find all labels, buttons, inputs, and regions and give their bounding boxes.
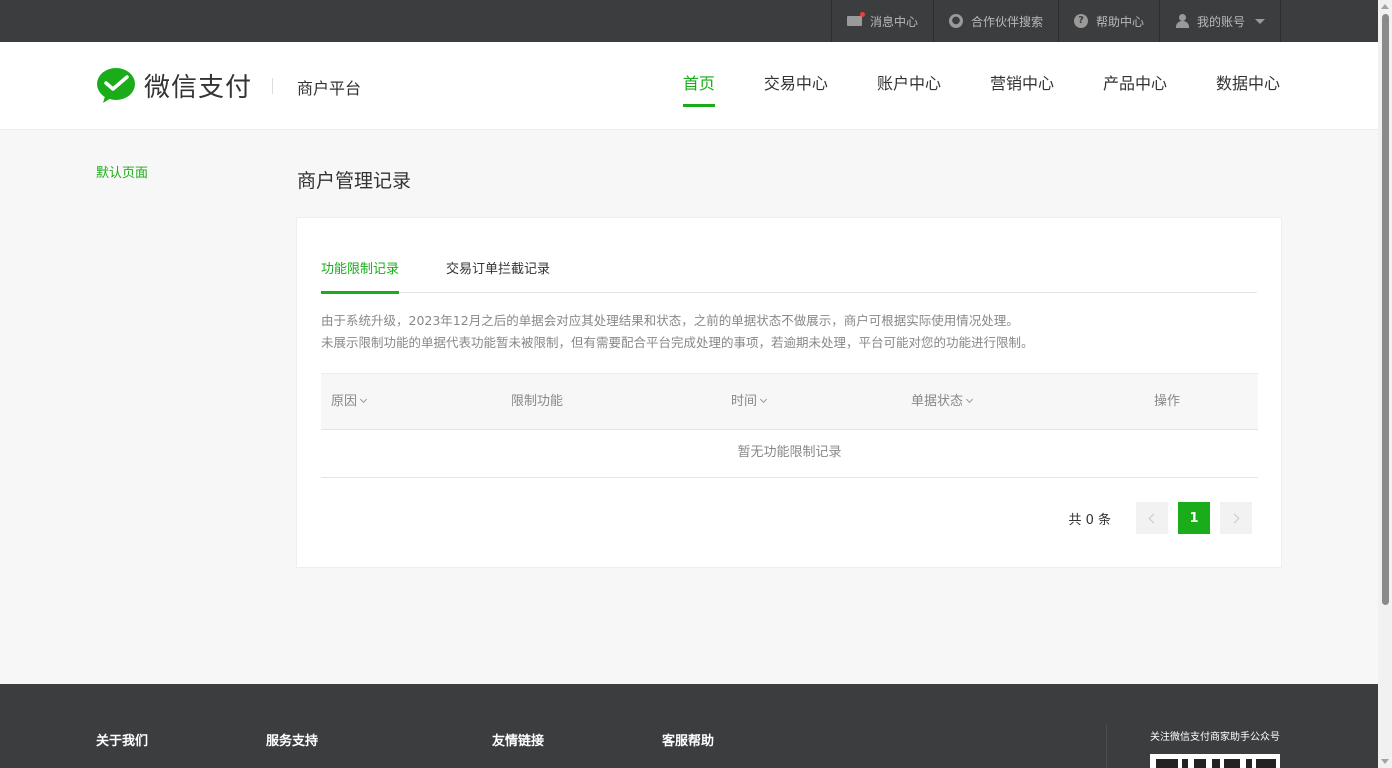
footer-service-support: 服务支持 (266, 734, 319, 749)
notice-text: 由于系统升级，2023年12月之后的单据会对应其处理结果和状态，之前的单据状态不… (321, 310, 1034, 354)
chevron-right-icon (1229, 513, 1240, 523)
wechat-pay-logo-icon (97, 67, 135, 103)
chevron-down-icon (1255, 18, 1265, 24)
top-bar: 消息中心 ● 合作伙伴搜索 ? 帮助中心 我的账号 (0, 0, 1378, 42)
column-actions: 操作 (1154, 394, 1181, 409)
qr-code-title: 关注微信支付商家助手公众号 (1150, 732, 1280, 743)
chevron-left-icon (1148, 513, 1159, 523)
nav-trade-center[interactable]: 交易中心 (764, 42, 828, 130)
partner-search-link[interactable]: ● 合作伙伴搜索 (932, 0, 1058, 42)
chevron-down-icon (359, 395, 368, 404)
page-scrollbar[interactable] (1378, 0, 1392, 768)
search-icon: ● (948, 14, 963, 28)
unread-dot (859, 12, 865, 17)
platform-name: 商户平台 (297, 79, 362, 98)
nav-home[interactable]: 首页 (682, 42, 715, 130)
top-bar-menu: 消息中心 ● 合作伙伴搜索 ? 帮助中心 我的账号 (830, 0, 1281, 42)
record-tabs: 功能限制记录 交易订单拦截记录 (321, 250, 1257, 294)
column-reason[interactable]: 原因 (331, 374, 368, 430)
records-table: 原因 限制功能 时间 单据状态 操作 暂无功能限制记录 (321, 373, 1258, 478)
brand-name: 微信支付 (144, 73, 253, 103)
tab-function-restriction[interactable]: 功能限制记录 (321, 250, 400, 294)
user-icon (1175, 14, 1189, 28)
next-page-button[interactable] (1220, 502, 1252, 534)
message-center-link[interactable]: 消息中心 (830, 0, 933, 42)
qr-code-image (1150, 754, 1280, 768)
nav-product-center[interactable]: 产品中心 (1103, 42, 1167, 130)
message-center-label: 消息中心 (869, 14, 918, 29)
footer-divider (1106, 724, 1107, 768)
nav-account-center[interactable]: 账户中心 (877, 42, 941, 130)
notice-line: 未展示限制功能的单据代表功能暂未被限制，但有需要配合平台完成处理的事项，若逾期未… (321, 335, 1034, 350)
table-header: 原因 限制功能 时间 单据状态 操作 (321, 373, 1258, 430)
column-restricted-function: 限制功能 (511, 394, 564, 409)
total-count: 共 0 条 (1068, 512, 1111, 528)
help-icon: ? (1073, 14, 1088, 28)
column-time[interactable]: 时间 (731, 374, 768, 430)
footer-customer-help: 客服帮助 (662, 734, 715, 749)
page-title: 商户管理记录 (297, 170, 412, 192)
chevron-down-icon (965, 395, 974, 404)
scroll-up-icon[interactable] (1381, 4, 1389, 9)
scroll-down-icon[interactable] (1381, 759, 1389, 764)
main-header: 微信支付 商户平台 首页 交易中心 账户中心 营销中心 产品中心 数据中心 (0, 42, 1378, 130)
help-center-link[interactable]: ? 帮助中心 (1057, 0, 1159, 42)
partner-search-label: 合作伙伴搜索 (970, 14, 1043, 29)
pagination: 共 0 条 1 (1068, 502, 1252, 534)
chevron-down-icon (759, 395, 768, 404)
footer: 关于我们 服务支持 友情链接 客服帮助 关注微信支付商家助手公众号 (0, 684, 1378, 768)
nav-marketing-center[interactable]: 营销中心 (990, 42, 1054, 130)
wechat-pay-logo[interactable]: 微信支付 (96, 67, 252, 104)
my-account-label: 我的账号 (1196, 14, 1245, 29)
prev-page-button[interactable] (1136, 502, 1168, 534)
my-account-menu[interactable]: 我的账号 (1158, 0, 1281, 42)
column-document-status[interactable]: 单据状态 (911, 374, 974, 430)
main-nav: 首页 交易中心 账户中心 营销中心 产品中心 数据中心 (634, 42, 1280, 130)
current-page-button[interactable]: 1 (1178, 502, 1210, 534)
help-center-label: 帮助中心 (1095, 14, 1144, 29)
empty-state: 暂无功能限制记录 (321, 430, 1258, 478)
logo-divider (272, 78, 273, 94)
footer-about-us: 关于我们 (96, 734, 149, 749)
mail-icon (846, 12, 865, 26)
sidebar-item-default-page[interactable]: 默认页面 (96, 162, 148, 181)
scrollbar-thumb[interactable] (1382, 14, 1389, 605)
records-card: 功能限制记录 交易订单拦截记录 由于系统升级，2023年12月之后的单据会对应其… (296, 217, 1282, 568)
footer-friendly-links: 友情链接 (492, 734, 545, 749)
notice-line: 由于系统升级，2023年12月之后的单据会对应其处理结果和状态，之前的单据状态不… (321, 313, 1019, 328)
nav-data-center[interactable]: 数据中心 (1216, 42, 1280, 130)
tab-order-interception[interactable]: 交易订单拦截记录 (446, 250, 550, 293)
